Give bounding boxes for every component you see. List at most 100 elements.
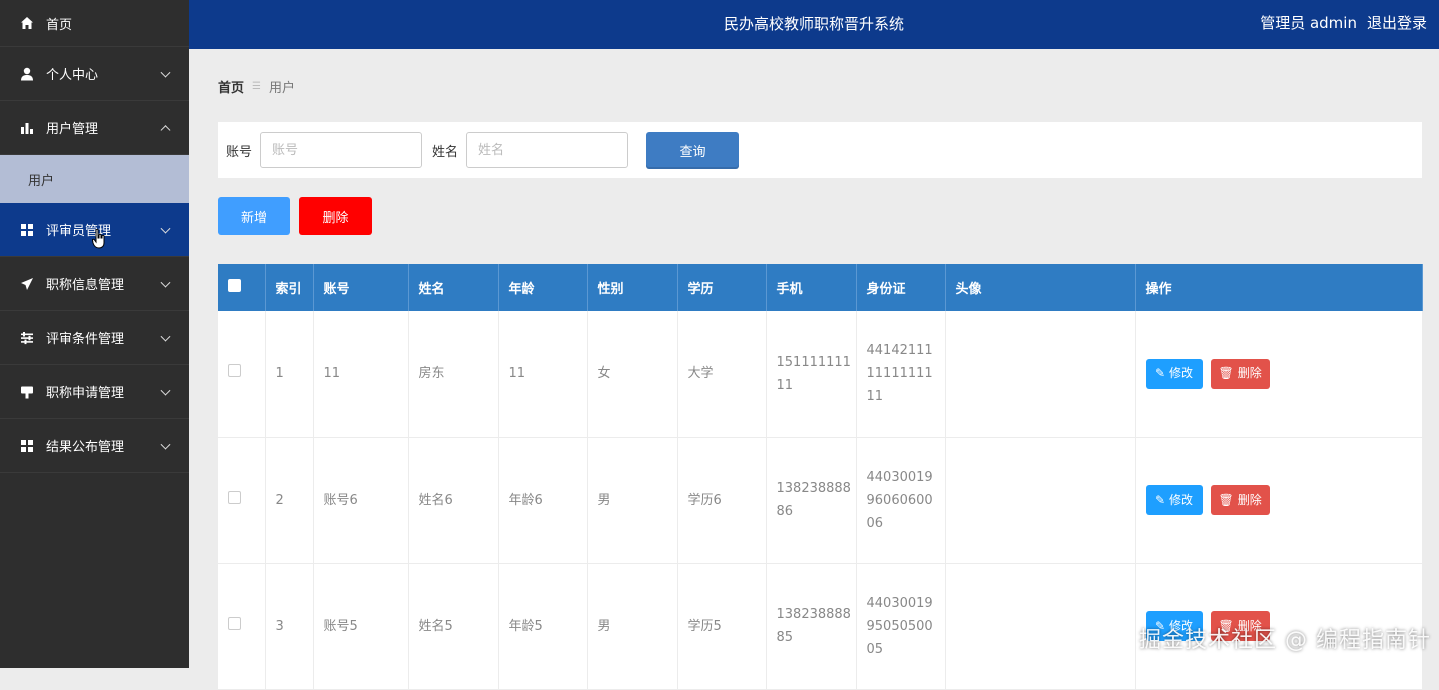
home-icon [20,16,34,30]
row-checkbox[interactable] [228,617,241,630]
phone-text: 15111111111 [777,355,851,393]
logout-link[interactable]: 退出登录 [1367,12,1427,33]
sidebar-item-title-application-management[interactable]: 职称申请管理 [0,365,189,419]
breadcrumb-home[interactable]: 首页 [218,77,244,96]
column-header: 性别 [587,264,677,311]
cell-education: 学历6 [677,437,766,563]
column-header: 学历 [677,264,766,311]
query-button[interactable]: 查询 [646,132,739,169]
phone-text: 13823888885 [777,607,851,645]
breadcrumb-current: 用户 [269,77,295,96]
watermark: 掘金技术社区 @ 编程指南针 [1139,622,1431,654]
sliders-icon [20,331,34,345]
cell-name: 姓名6 [408,437,498,563]
cell-phone: 13823888886 [766,437,856,563]
phone-text: 13823888886 [777,481,851,519]
column-header: 索引 [265,264,313,311]
cell-index: 1 [265,311,313,437]
idcard-text: 441421111111111111 [867,343,933,404]
column-header: 姓名 [408,264,498,311]
sidebar-item-label: 职称信息管理 [46,274,124,293]
cell-idcard: 440300199606060006 [856,437,945,563]
cell-education: 学历5 [677,563,766,689]
batch-delete-button[interactable]: 删除 [299,197,372,235]
sidebar: 首页 个人中心 用户管理 用户 评审员管理 职称信息管理 评审条件管理 [0,0,189,668]
action-bar: 新增 删除 [218,197,372,235]
edit-button[interactable]: ✎修改 [1146,485,1203,515]
delete-button[interactable]: 🗑删除 [1211,359,1270,389]
chevron-up-icon [161,125,171,135]
column-header: 账号 [313,264,408,311]
cell-avatar [945,311,1135,437]
row-checkbox[interactable] [228,491,241,504]
sidebar-item-user-management[interactable]: 用户管理 [0,101,189,155]
user-icon [20,67,34,81]
cell-gender: 女 [587,311,677,437]
table-row: 2 账号6 姓名6 年龄6 男 学历6 13823888886 44030019… [218,437,1422,563]
edit-icon: ✎ [1155,362,1165,385]
name-search-input[interactable] [466,132,628,168]
chevron-down-icon [161,67,171,77]
cell-name: 姓名5 [408,563,498,689]
breadcrumb: 首页 ☰ 用户 [218,77,295,96]
cell-index: 3 [265,563,313,689]
trash-icon: 🗑 [1219,362,1234,385]
row-checkbox[interactable] [228,364,241,377]
account-label: 账号 [226,141,252,160]
cell-gender: 男 [587,563,677,689]
sidebar-subitem-label: 用户 [28,170,54,189]
cell-age: 11 [498,311,587,437]
cell-avatar [945,437,1135,563]
sidebar-item-label: 职称申请管理 [46,382,124,401]
edit-icon: ✎ [1155,489,1165,512]
sidebar-item-personal-center[interactable]: 个人中心 [0,47,189,101]
bar-chart-icon [20,121,34,135]
send-icon [20,277,34,291]
cell-account: 账号5 [313,563,408,689]
column-header: 头像 [945,264,1135,311]
column-header: 操作 [1135,264,1422,311]
cell-actions: ✎修改 🗑删除 [1135,311,1422,437]
select-all-checkbox[interactable] [228,279,241,292]
cell-gender: 男 [587,437,677,563]
grid-icon [20,439,34,453]
chevron-down-icon [161,277,171,287]
column-header: 年龄 [498,264,587,311]
chevron-down-icon [161,331,171,341]
sidebar-item-label: 个人中心 [46,64,98,83]
grid-icon [20,223,34,237]
edit-button[interactable]: ✎修改 [1146,359,1203,389]
delete-button[interactable]: 🗑删除 [1211,485,1270,515]
cell-education: 大学 [677,311,766,437]
cell-idcard: 441421111111111111 [856,311,945,437]
sidebar-item-result-announcement-management[interactable]: 结果公布管理 [0,419,189,473]
cell-name: 房东 [408,311,498,437]
cell-phone: 13823888885 [766,563,856,689]
name-label: 姓名 [432,141,458,160]
sidebar-item-home[interactable]: 首页 [0,0,189,47]
chevron-down-icon [161,223,171,233]
sign-icon [20,385,34,399]
idcard-text: 440300199505050005 [867,596,933,657]
select-all-cell[interactable] [218,264,265,311]
add-button[interactable]: 新增 [218,197,290,235]
sidebar-subitem-user[interactable]: 用户 [0,155,189,203]
account-search-input[interactable] [260,132,422,168]
chevron-down-icon [161,439,171,449]
mouse-cursor-icon [92,229,106,253]
top-header: 民办高校教师职称晋升系统 管理员 admin 退出登录 [189,0,1439,49]
trash-icon: 🗑 [1219,489,1234,512]
cell-avatar [945,563,1135,689]
sidebar-item-label: 结果公布管理 [46,436,124,455]
system-title: 民办高校教师职称晋升系统 [189,13,1439,34]
cell-account: 11 [313,311,408,437]
search-bar: 账号 姓名 查询 [218,122,1422,178]
cell-index: 2 [265,437,313,563]
cell-phone: 15111111111 [766,311,856,437]
current-user: 管理员 admin [1260,12,1357,33]
sidebar-item-label: 评审条件管理 [46,328,124,347]
cell-actions: ✎修改 🗑删除 [1135,437,1422,563]
sidebar-item-title-info-management[interactable]: 职称信息管理 [0,257,189,311]
main-content: 首页 ☰ 用户 账号 姓名 查询 新增 删除 索引 账号 姓名 年龄 性 [189,49,1439,668]
sidebar-item-review-condition-management[interactable]: 评审条件管理 [0,311,189,365]
